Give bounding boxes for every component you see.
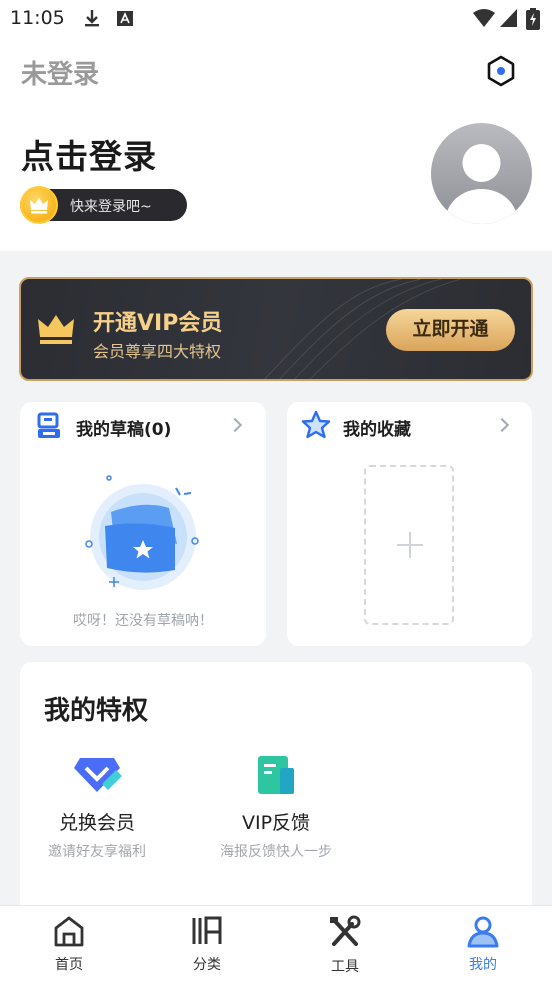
nav-category-label: 分类 <box>193 957 221 973</box>
wifi-icon <box>473 9 495 27</box>
privileges-card: 我的特权 兑换会员 邀请好友享福利 VIP反馈 海报反馈快人一步 <box>20 662 532 922</box>
profile-icon <box>467 916 499 948</box>
settings-button[interactable] <box>484 54 518 88</box>
star-icon <box>301 410 331 439</box>
plus-icon-stroke <box>409 532 411 558</box>
empty-drafts-text: 哎呀！还没有草稿呐！ <box>73 613 213 629</box>
chevron-right-icon <box>494 417 510 433</box>
login-prompt[interactable]: 点击登录 <box>21 130 157 178</box>
privileges-title: 我的特权 <box>44 696 149 726</box>
drafts-card[interactable]: 我的草稿(0) 哎呀！还没有草稿呐！ <box>20 402 266 646</box>
avatar[interactable] <box>431 123 532 224</box>
drafts-title: 我的草稿(0) <box>76 420 172 440</box>
vip-subtitle: 会员尊享四大特权 <box>93 342 222 361</box>
home-icon <box>54 916 84 947</box>
chevron-right-icon <box>227 417 243 433</box>
vip-crown-icon <box>38 315 74 344</box>
category-icon <box>192 916 222 944</box>
vip-title: 开通VIP会员 <box>93 311 223 336</box>
coin-badge: 快来登录吧~ <box>20 186 187 224</box>
feedback-icon <box>258 756 294 794</box>
exchange-vip-icon <box>74 758 122 792</box>
battery-icon <box>526 8 540 30</box>
open-vip-button[interactable]: 立即开通 <box>386 309 515 351</box>
privilege-desc: 海报反馈快人一步 <box>220 844 332 860</box>
vip-banner[interactable]: 开通VIP会员 会员尊享四大特权 立即开通 <box>19 277 533 381</box>
page-title: 未登录 <box>21 60 100 90</box>
nav-profile[interactable]: 我的 <box>443 914 523 974</box>
nav-tools[interactable]: 工具 <box>305 914 385 976</box>
empty-drafts-illustration <box>85 475 199 590</box>
privilege-vip-feedback[interactable]: VIP反馈 海报反馈快人一步 <box>216 754 336 861</box>
add-favorite-button[interactable] <box>364 465 454 625</box>
default-avatar-icon <box>445 144 518 224</box>
favorites-title: 我的收藏 <box>343 420 411 440</box>
privilege-name: 兑换会员 <box>58 812 135 834</box>
nav-profile-label: 我的 <box>469 957 497 973</box>
download-icon <box>85 10 99 27</box>
settings-hexagon-icon <box>487 55 515 87</box>
bottom-navigation: 首页 分类 工具 我的 <box>0 905 552 983</box>
profile-header: 未登录 点击登录 快来登录吧~ <box>0 38 552 251</box>
favorites-card[interactable]: 我的收藏 <box>287 402 532 646</box>
nav-tools-label: 工具 <box>331 959 359 975</box>
nav-home[interactable]: 首页 <box>29 914 109 974</box>
drafts-icon <box>37 412 60 438</box>
privilege-desc: 邀请好友享福利 <box>48 844 146 860</box>
coin-crown-icon <box>20 186 58 224</box>
status-bar: 11:05 <box>0 0 552 38</box>
font-a-icon <box>117 11 133 26</box>
status-time: 11:05 <box>10 7 65 29</box>
nav-home-label: 首页 <box>55 957 83 973</box>
coin-hint-text: 快来登录吧~ <box>70 199 152 215</box>
nav-category[interactable]: 分类 <box>167 914 247 974</box>
tools-icon <box>330 915 361 946</box>
privilege-exchange-vip[interactable]: 兑换会员 邀请好友享福利 <box>42 754 152 861</box>
signal-icon <box>500 9 517 27</box>
privilege-name: VIP反馈 <box>241 812 311 834</box>
